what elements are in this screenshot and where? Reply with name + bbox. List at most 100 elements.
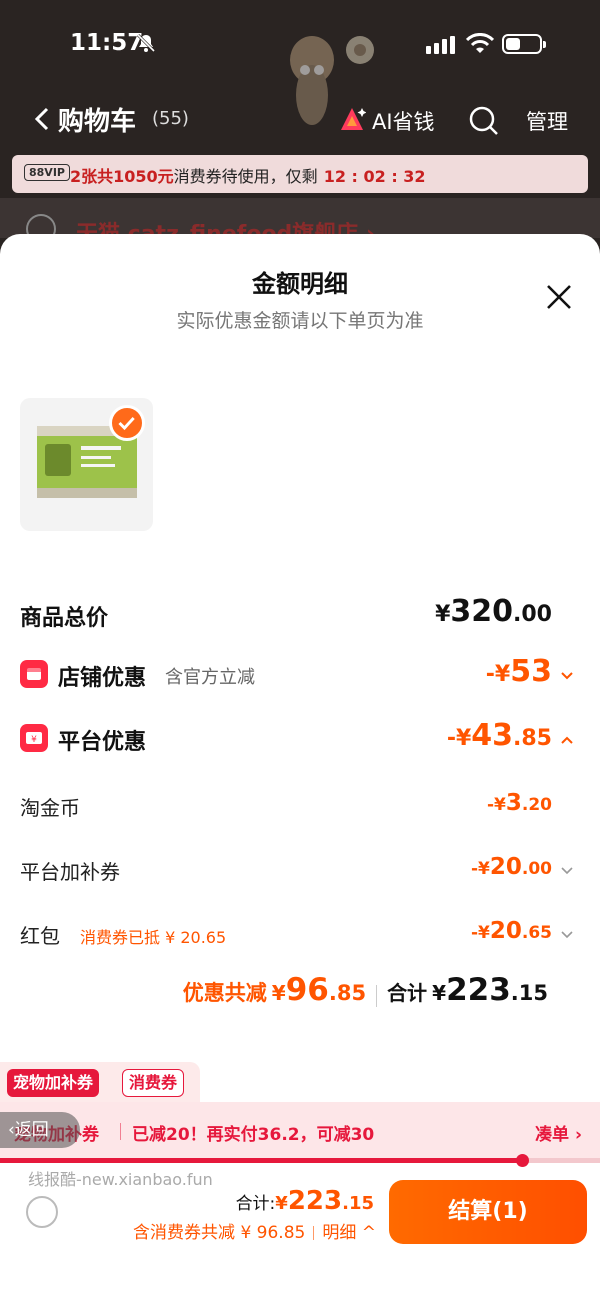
red-packet-value: -¥20.65 [471, 918, 552, 944]
footer-total-currency: ¥ [275, 1193, 288, 1214]
goods-total-row: 商品总价 ¥320.00 [0, 594, 600, 644]
taojinbi-row: 淘金币 -¥3.20 [0, 786, 600, 836]
store-discount-label: 店铺优惠 [58, 666, 147, 691]
coupon-message: 消费券待使用，仅剩 [173, 167, 318, 186]
platform-coupon-row[interactable]: 平台加补券 -¥20.00 [0, 850, 600, 900]
taojinbi-dec: .20 [521, 795, 552, 815]
chevron-down-icon[interactable] [560, 866, 574, 876]
footer-total: 合计:¥223.15 [236, 1186, 374, 1216]
platform-discount-int: 43 [471, 718, 514, 753]
footer-savings: 含消费券共减 ¥ 96.85 明细 ^ [133, 1218, 376, 1243]
detail-toggle[interactable]: 明细 ^ [322, 1223, 376, 1243]
chevron-down-icon[interactable] [560, 930, 574, 940]
sheet-subtitle: 实际优惠金额请以下单页为准 [176, 310, 424, 332]
grand-total-dec: .15 [510, 981, 548, 1005]
discount-total-label: 优惠共减 [182, 981, 267, 1005]
platform-coupon-dec: .00 [521, 859, 552, 879]
cart-count: (55) [152, 108, 189, 129]
nav-bar: 购物车 (55) AI省钱 管理 [0, 95, 600, 150]
promo-text: 已减20！再实付36.2，可减30 [132, 1125, 375, 1145]
platform-discount-label: 平台优惠 [58, 730, 147, 755]
goods-total-value: ¥320.00 [435, 594, 552, 629]
promo-progress-bar [0, 1154, 600, 1167]
red-packet-currency: -¥ [470, 923, 490, 943]
manage-button[interactable]: 管理 [526, 106, 568, 136]
footer-savings-text: 含消费券共减 ¥ 96.85 [133, 1223, 306, 1243]
coupon-timer: 12 : 02 : 32 [323, 167, 426, 186]
consumer-coupon-tag: 消费券 [122, 1069, 185, 1097]
checkout-button[interactable]: 结算(1) [389, 1180, 587, 1244]
platform-discount-dec: .85 [513, 726, 552, 751]
close-icon[interactable] [544, 282, 574, 312]
coupon-banner[interactable]: 88VIP 2张共1050元消费券待使用，仅剩 12 : 02 : 32 [12, 155, 588, 193]
platform-discount-row[interactable]: ¥ 平台优惠 -¥43.85 [0, 718, 600, 768]
red-packet-note: 消费券已抵 ¥ 20.65 [80, 928, 227, 947]
discount-total-dec: .85 [328, 981, 367, 1005]
watermark-text: 线报酷-new.xianbao.fun [28, 1170, 213, 1189]
red-packet-int: 20 [489, 918, 522, 944]
vip-badge: 88VIP [24, 164, 70, 181]
taojinbi-currency: -¥ [486, 795, 506, 815]
platform-coupon-label: 平台加补券 [20, 860, 120, 884]
grand-total-int: 223 [446, 972, 511, 1008]
store-discount-row[interactable]: 店铺优惠 含官方立减 -¥53 [0, 654, 600, 704]
ai-save-button[interactable]: AI省钱 [372, 106, 435, 136]
pet-coupon-tag: 宠物加补券 [7, 1069, 100, 1097]
sheet-title: 金额明细 [252, 270, 348, 298]
summary-divider [376, 984, 378, 1007]
store-discount-value: -¥53 [486, 654, 552, 689]
red-packet-label: 红包 [20, 924, 60, 948]
store-discount-currency: -¥ [485, 662, 511, 687]
status-time: 11:57 [70, 30, 144, 56]
return-button[interactable]: ‹返回 [0, 1112, 80, 1148]
discount-total-int: 96 [285, 972, 329, 1008]
svg-text:¥: ¥ [31, 735, 37, 745]
red-packet-dec: .65 [521, 923, 552, 943]
red-packet-row[interactable]: 红包 消费券已抵 ¥ 20.65 -¥20.65 [0, 914, 600, 964]
page-title: 购物车 [58, 107, 137, 137]
platform-discount-icon: ¥ [20, 724, 48, 752]
promo-progress-marker [516, 1154, 529, 1167]
platform-coupon-value: -¥20.00 [471, 854, 552, 880]
promo-bar[interactable]: 宠物加补券 已减20！再实付36.2，可减30 凑单 › [0, 1102, 600, 1158]
amount-summary: 优惠共减 ¥96.85 合计 ¥223.15 [183, 972, 548, 1008]
chevron-down-icon[interactable] [560, 671, 574, 681]
goods-total-dec: .00 [513, 602, 552, 627]
wifi-icon [466, 33, 494, 53]
goods-total-int: 320 [450, 594, 514, 629]
grand-total-currency: ¥ [432, 981, 447, 1005]
store-row: 天猫 catz_finefood旗舰店 › [0, 198, 600, 247]
battery-icon [502, 34, 546, 54]
footer-total-dec: .15 [342, 1193, 374, 1214]
store-discount-int: 53 [510, 654, 552, 689]
coupon-highlight: 2张共1050元 [70, 167, 174, 186]
promo-divider [120, 1123, 121, 1140]
taojinbi-value: -¥3.20 [487, 790, 552, 816]
checkmark-icon [109, 405, 145, 441]
platform-coupon-int: 20 [489, 854, 522, 880]
coupon-banner-text: 2张共1050元消费券待使用，仅剩 12 : 02 : 32 [70, 163, 426, 187]
ai-sparkle-icon[interactable] [338, 106, 366, 134]
platform-discount-value: -¥43.85 [447, 718, 552, 753]
goods-total-label: 商品总价 [20, 606, 109, 631]
store-discount-icon [20, 660, 48, 688]
footer-total-label: 合计: [235, 1194, 276, 1214]
back-arrow-icon[interactable] [34, 107, 50, 131]
store-discount-note: 含官方立减 [165, 667, 255, 688]
promo-progress-fill [0, 1158, 522, 1163]
grand-total-label: 合计 [387, 981, 428, 1005]
signal-icon [426, 36, 455, 54]
add-items-link[interactable]: 凑单 › [535, 1120, 582, 1145]
platform-coupon-currency: -¥ [470, 859, 490, 879]
select-all-radio[interactable] [26, 1196, 58, 1228]
footer-divider [313, 1226, 315, 1240]
chevron-up-icon[interactable] [560, 735, 574, 745]
taojinbi-int: 3 [505, 790, 522, 816]
platform-discount-currency: -¥ [446, 726, 472, 751]
taojinbi-label: 淘金币 [20, 796, 80, 820]
footer-total-int: 223 [287, 1186, 343, 1216]
coupon-tag-strip: 宠物加补券 消费券 [0, 1062, 200, 1102]
discount-total-currency: ¥ [271, 981, 286, 1005]
search-icon[interactable] [468, 105, 500, 137]
bell-muted-icon [136, 33, 156, 53]
